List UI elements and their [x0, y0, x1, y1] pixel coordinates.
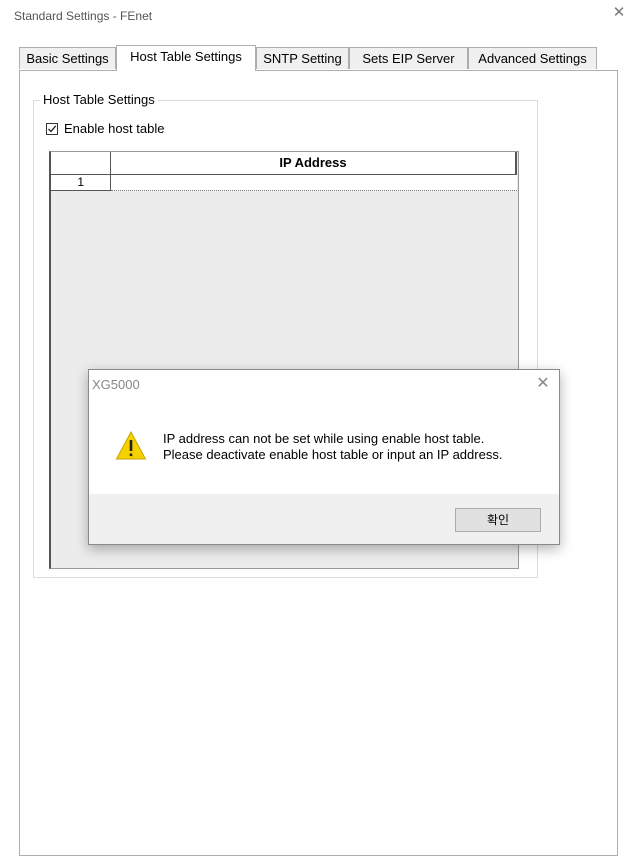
table-row[interactable]: 1: [51, 175, 517, 191]
close-icon[interactable]: ✕: [535, 376, 551, 392]
tab-host-table-settings[interactable]: Host Table Settings: [116, 45, 256, 71]
message-box-dialog: XG5000 ✕ IP address can not be set while…: [88, 369, 560, 545]
checkmark-icon: [48, 125, 57, 133]
column-header-ip-address[interactable]: IP Address: [111, 152, 517, 174]
tab-sets-eip-server[interactable]: Sets EIP Server: [349, 47, 468, 69]
tab-advanced-settings[interactable]: Advanced Settings: [468, 47, 597, 69]
checkbox-box[interactable]: [46, 123, 58, 135]
groupbox-label: Host Table Settings: [40, 92, 158, 107]
close-icon[interactable]: ✕: [612, 5, 626, 20]
warning-icon: [115, 430, 147, 460]
row-number[interactable]: 1: [51, 175, 111, 191]
checkbox-label: Enable host table: [64, 121, 165, 136]
ok-button[interactable]: 확인: [455, 508, 541, 532]
tab-basic-settings[interactable]: Basic Settings: [19, 47, 116, 69]
grid-header: IP Address: [51, 152, 517, 175]
ip-address-cell[interactable]: [111, 175, 517, 191]
window-title: Standard Settings - FEnet: [14, 9, 153, 23]
dialog-message: IP address can not be set while using en…: [163, 431, 502, 463]
dialog-message-line: Please deactivate enable host table or i…: [163, 447, 503, 462]
tab-sntp-setting[interactable]: SNTP Setting: [256, 47, 349, 69]
dialog-footer: 확인: [89, 494, 559, 544]
dialog-message-line: IP address can not be set while using en…: [163, 431, 485, 446]
grid-corner-header: [51, 152, 111, 174]
dialog-title: XG5000: [92, 377, 140, 392]
